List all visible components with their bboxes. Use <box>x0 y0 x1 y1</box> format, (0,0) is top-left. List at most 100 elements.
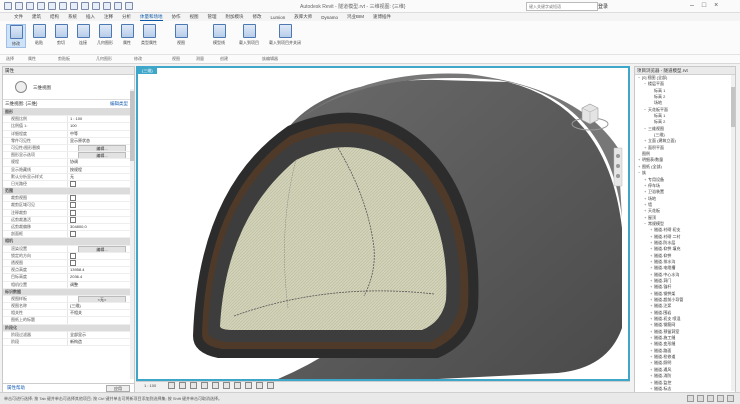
property-edit-button[interactable]: 编辑... <box>78 144 126 152</box>
property-value[interactable]: 编辑... <box>67 152 134 159</box>
property-row[interactable]: 阶段过滤器 全部显示 <box>3 331 134 339</box>
property-value[interactable]: 304800.0 <box>67 224 134 231</box>
text-icon[interactable] <box>81 2 89 10</box>
property-checkbox[interactable] <box>70 259 76 266</box>
type-selector[interactable]: 三维视图 <box>3 75 134 100</box>
ribbon-tab[interactable]: 视图 <box>190 14 199 20</box>
redo-icon[interactable] <box>48 2 56 10</box>
property-value[interactable]: 13958.4 <box>67 267 134 274</box>
property-value[interactable]: 2036.4 <box>67 274 134 281</box>
visual-style-icon[interactable] <box>179 382 187 389</box>
property-row[interactable]: 图纸上的标题 <box>3 317 134 325</box>
instance-selector[interactable]: 三维视图: {三维} 编辑类型 <box>3 100 134 109</box>
property-group-header[interactable]: 阶段化 <box>3 324 134 332</box>
property-row[interactable]: 远剪裁偏移 304800.0 <box>3 224 134 232</box>
help-search-input[interactable] <box>526 2 598 11</box>
select-pinned-icon[interactable] <box>717 395 724 402</box>
ribbon-tab[interactable]: 分析 <box>122 14 131 20</box>
property-edit-button[interactable]: 编辑... <box>78 245 126 252</box>
print-icon[interactable] <box>59 2 67 10</box>
property-edit-button[interactable]: 编辑... <box>78 152 126 159</box>
browser-scroll-thumb[interactable] <box>731 87 735 127</box>
property-value[interactable]: 1 : 100 <box>67 116 134 123</box>
paste-button[interactable]: 粘贴 <box>30 24 48 46</box>
sun-path-icon[interactable] <box>190 382 198 389</box>
tunnel-model[interactable] <box>138 68 628 379</box>
property-row[interactable]: 相关性 不相关 <box>3 310 134 318</box>
properties-help-link[interactable]: 属性帮助 <box>7 384 25 392</box>
detail-level-icon[interactable] <box>168 382 176 389</box>
property-row[interactable]: 比例值 1: 100 <box>3 123 134 131</box>
property-group-header[interactable]: 图形 <box>3 109 134 117</box>
browser-scrollbar[interactable] <box>731 75 735 391</box>
ribbon-tab[interactable]: 结构 <box>50 14 59 20</box>
undo-icon[interactable] <box>37 2 45 10</box>
sign-in-link[interactable]: 登录 <box>598 3 608 10</box>
properties-button[interactable]: 属性 <box>118 24 136 46</box>
load-into-project-close-button[interactable]: 载入到项目并关闭 <box>269 24 301 46</box>
show-crop-icon[interactable] <box>234 382 242 389</box>
view-button[interactable]: 视图 <box>172 24 190 46</box>
property-row[interactable]: 视点高度 13958.4 <box>3 267 134 275</box>
property-value[interactable] <box>67 231 134 238</box>
property-row[interactable]: 目标高度 2036.4 <box>3 274 134 282</box>
open-icon[interactable] <box>15 2 23 10</box>
property-value[interactable]: {三维} <box>67 303 134 310</box>
property-value[interactable]: 协调 <box>67 159 134 166</box>
property-row[interactable]: 视图名称 {三维} <box>3 303 134 311</box>
type-properties-button[interactable]: 类型属性 <box>140 24 158 46</box>
3d-view-icon[interactable] <box>92 2 100 10</box>
modify-button[interactable]: 修改 <box>6 24 26 48</box>
property-value[interactable] <box>67 209 134 216</box>
property-group-header[interactable]: 标识数据 <box>3 288 134 296</box>
property-value[interactable] <box>67 216 134 223</box>
ribbon-tab[interactable]: 协作 <box>172 14 181 20</box>
property-checkbox[interactable] <box>70 252 76 259</box>
property-edit-button[interactable]: <无> <box>78 295 126 303</box>
ribbon-tab[interactable]: 注释 <box>104 14 113 20</box>
reveal-hidden-icon[interactable] <box>267 382 275 389</box>
close-windows-icon[interactable] <box>125 2 133 10</box>
shadows-icon[interactable] <box>201 382 209 389</box>
property-value[interactable] <box>67 259 134 267</box>
ribbon-tab[interactable]: 修改 <box>253 14 262 20</box>
ribbon-tab[interactable]: 系统 <box>68 14 77 20</box>
ribbon-tab[interactable]: Lumion <box>271 15 286 20</box>
crop-view-icon[interactable] <box>223 382 231 389</box>
property-row[interactable]: 详细程度 中等 <box>3 130 134 138</box>
3d-viewport[interactable]: {三维} <box>136 66 630 381</box>
cut-button[interactable]: 剪切 <box>52 24 70 46</box>
ribbon-tab[interactable]: 体量和场地 <box>140 14 163 21</box>
property-row[interactable]: 阶段 新构造 <box>3 339 134 347</box>
maximize-button[interactable]: □ <box>702 2 706 9</box>
property-checkbox[interactable] <box>70 202 76 209</box>
property-value[interactable]: 新构造 <box>67 339 134 346</box>
property-checkbox[interactable] <box>70 180 76 187</box>
property-value[interactable]: 按规程 <box>67 166 134 173</box>
property-row[interactable]: 渲染设置 编辑... <box>3 245 134 253</box>
edit-type-button[interactable]: 编辑类型 <box>110 100 128 108</box>
property-row[interactable]: 规程 协调 <box>3 159 134 167</box>
workset-icon[interactable] <box>687 395 694 402</box>
property-value[interactable]: 编辑... <box>67 245 134 252</box>
property-row[interactable]: 透视图 <box>3 259 134 268</box>
temp-hide-icon[interactable] <box>256 382 264 389</box>
property-value[interactable]: 显示原状态 <box>67 137 134 144</box>
app-menu-icon[interactable] <box>4 2 12 10</box>
render-icon[interactable] <box>212 382 220 389</box>
property-row[interactable]: 相机位置 调整 <box>3 281 134 289</box>
properties-scroll-thumb[interactable] <box>130 91 134 161</box>
property-value[interactable] <box>67 317 134 324</box>
ribbon-tab[interactable]: 速博插件 <box>373 14 391 20</box>
ribbon-tab[interactable]: 族库大师 <box>294 14 312 20</box>
property-value[interactable]: <无> <box>67 295 134 303</box>
property-row[interactable]: 零件可见性 显示原状态 <box>3 137 134 145</box>
property-row[interactable]: 锁定的方向 <box>3 252 134 260</box>
property-value[interactable] <box>67 180 134 188</box>
property-row[interactable]: 视图样板 <无> <box>3 295 134 304</box>
property-value[interactable]: 无 <box>67 173 134 180</box>
property-checkbox[interactable] <box>70 231 76 238</box>
lock-view-icon[interactable] <box>245 382 253 389</box>
property-value[interactable] <box>67 252 134 259</box>
filter-icon[interactable] <box>727 395 734 402</box>
